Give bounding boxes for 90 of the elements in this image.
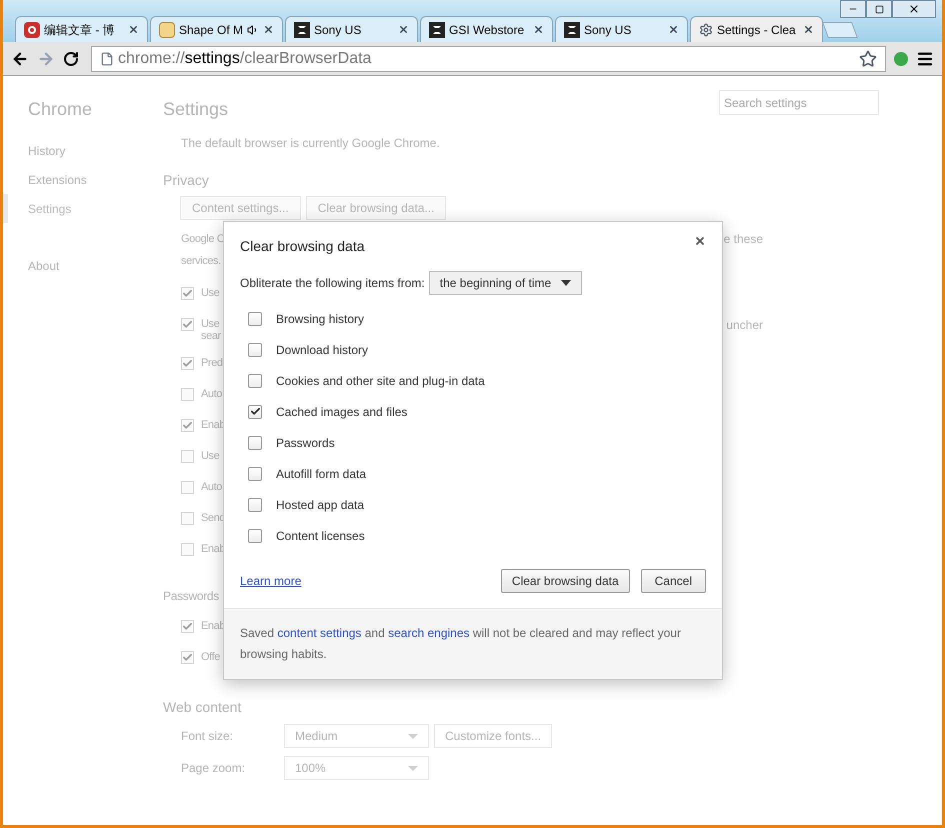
- close-icon[interactable]: [803, 24, 814, 35]
- checkbox[interactable]: [248, 342, 262, 356]
- extension-icon[interactable]: [894, 52, 908, 66]
- browser-tab[interactable]: 编辑文章 - 博: [15, 16, 148, 42]
- tab-title: Sony US: [584, 22, 632, 38]
- item-label: Cached images and files: [276, 404, 408, 420]
- setting-label: e these: [724, 231, 763, 248]
- setting-label: Font size:: [181, 728, 234, 745]
- checkbox[interactable]: [181, 481, 194, 494]
- browser-tab[interactable]: Sony US: [285, 16, 418, 42]
- checkbox[interactable]: [181, 450, 194, 463]
- new-tab-button[interactable]: [822, 22, 858, 38]
- checkbox[interactable]: [248, 404, 262, 418]
- clear-button[interactable]: Clear browsing data: [500, 569, 630, 593]
- checkbox[interactable]: [181, 287, 194, 300]
- tab-title: Sony US: [314, 22, 362, 38]
- content-settings-link[interactable]: content settings: [277, 626, 362, 640]
- tab-title: Settings - Clea: [717, 22, 797, 38]
- page-icon: [159, 22, 175, 38]
- checkbox[interactable]: [181, 543, 194, 556]
- item-label: Content licenses: [276, 528, 365, 544]
- close-icon[interactable]: [694, 235, 706, 247]
- browser-tab[interactable]: Sony US: [555, 16, 688, 42]
- setting-label: uncher: [726, 316, 763, 334]
- default-browser-text: The default browser is currently Google Chrome.: [180, 135, 441, 152]
- item-label: Cookies and other site and plug-in data: [276, 372, 485, 390]
- checkbox[interactable]: [248, 312, 262, 326]
- setting-label: Use: [201, 286, 220, 302]
- section-heading: Privacy: [163, 171, 210, 190]
- search-field[interactable]: Search settings: [719, 90, 879, 115]
- back-icon[interactable]: [11, 50, 29, 68]
- footer-note: Saved content settings and search engines will not be cleared and may reflect your browsing habits.: [240, 625, 682, 663]
- section-heading: Web content: [163, 698, 242, 717]
- checkbox[interactable]: [248, 466, 262, 480]
- restore-icon: [874, 4, 884, 14]
- checkbox[interactable]: [181, 388, 194, 401]
- setting-label: Offe: [201, 650, 220, 666]
- item-label: Passwords: [276, 434, 335, 452]
- gear-icon: [699, 22, 713, 36]
- checkbox[interactable]: [181, 318, 194, 331]
- checkbox[interactable]: [248, 374, 262, 388]
- item-label: Download history: [276, 342, 368, 358]
- range-label: Obliterate the following items from:: [240, 275, 425, 292]
- close-window-button[interactable]: [892, 0, 936, 18]
- checkbox[interactable]: [181, 357, 194, 370]
- url-text: chrome://settings/clearBrowserData: [118, 48, 372, 68]
- reload-icon[interactable]: [63, 50, 79, 66]
- item-label: Browsing history: [276, 310, 364, 328]
- address-field[interactable]: chrome://settings/clearBrowserData: [91, 46, 886, 72]
- setting-label: Use: [201, 449, 220, 464]
- dialog-title: Clear browsing data: [240, 237, 365, 256]
- setting-label: Pred: [201, 356, 223, 372]
- cancel-button[interactable]: Cancel: [640, 569, 706, 593]
- checkbox[interactable]: [181, 419, 194, 432]
- browser-tab[interactable]: GSI Webstore: [420, 16, 553, 42]
- tab-title: GSI Webstore: [449, 22, 526, 38]
- restore-button[interactable]: [866, 0, 892, 18]
- time-range-dropdown[interactable]: the beginning of time: [428, 271, 582, 295]
- c-logo-icon: [24, 22, 40, 38]
- checkbox[interactable]: [248, 498, 262, 512]
- checkbox[interactable]: [181, 651, 194, 664]
- learn-more-link[interactable]: Learn more: [240, 572, 302, 590]
- checkbox[interactable]: [181, 620, 194, 633]
- checkbox[interactable]: [248, 436, 262, 450]
- sidebar-title: Chrome: [27, 98, 94, 120]
- page-icon: [100, 52, 114, 66]
- setting-label: Auto: [201, 480, 222, 496]
- page-title: Settings: [163, 98, 228, 120]
- item-label: Hosted app data: [276, 496, 364, 514]
- checkbox[interactable]: [181, 512, 194, 525]
- setting-label: services.: [181, 254, 221, 269]
- close-icon: [908, 3, 920, 15]
- close-icon[interactable]: [668, 24, 679, 35]
- browser-tab[interactable]: Settings - Clea: [690, 16, 823, 42]
- browser-tab[interactable]: Shape Of M: [150, 16, 283, 42]
- close-icon[interactable]: [533, 24, 544, 35]
- tab-title: 编辑文章 - 博: [44, 22, 116, 38]
- item-label: Autofill form data: [276, 466, 366, 482]
- search-engines-link[interactable]: search engines: [388, 626, 470, 640]
- close-icon[interactable]: [263, 24, 274, 35]
- close-icon[interactable]: [398, 24, 409, 35]
- tab-title: Shape Of M: [179, 22, 243, 38]
- forward-icon[interactable]: [37, 50, 55, 68]
- star-icon[interactable]: [859, 50, 877, 68]
- menu-icon[interactable]: [916, 50, 934, 68]
- setting-label: Page zoom:: [181, 760, 246, 777]
- close-icon[interactable]: [128, 24, 139, 35]
- checkbox[interactable]: [248, 528, 262, 542]
- section-heading: Passwords: [163, 588, 220, 605]
- setting-label: Auto: [201, 387, 222, 402]
